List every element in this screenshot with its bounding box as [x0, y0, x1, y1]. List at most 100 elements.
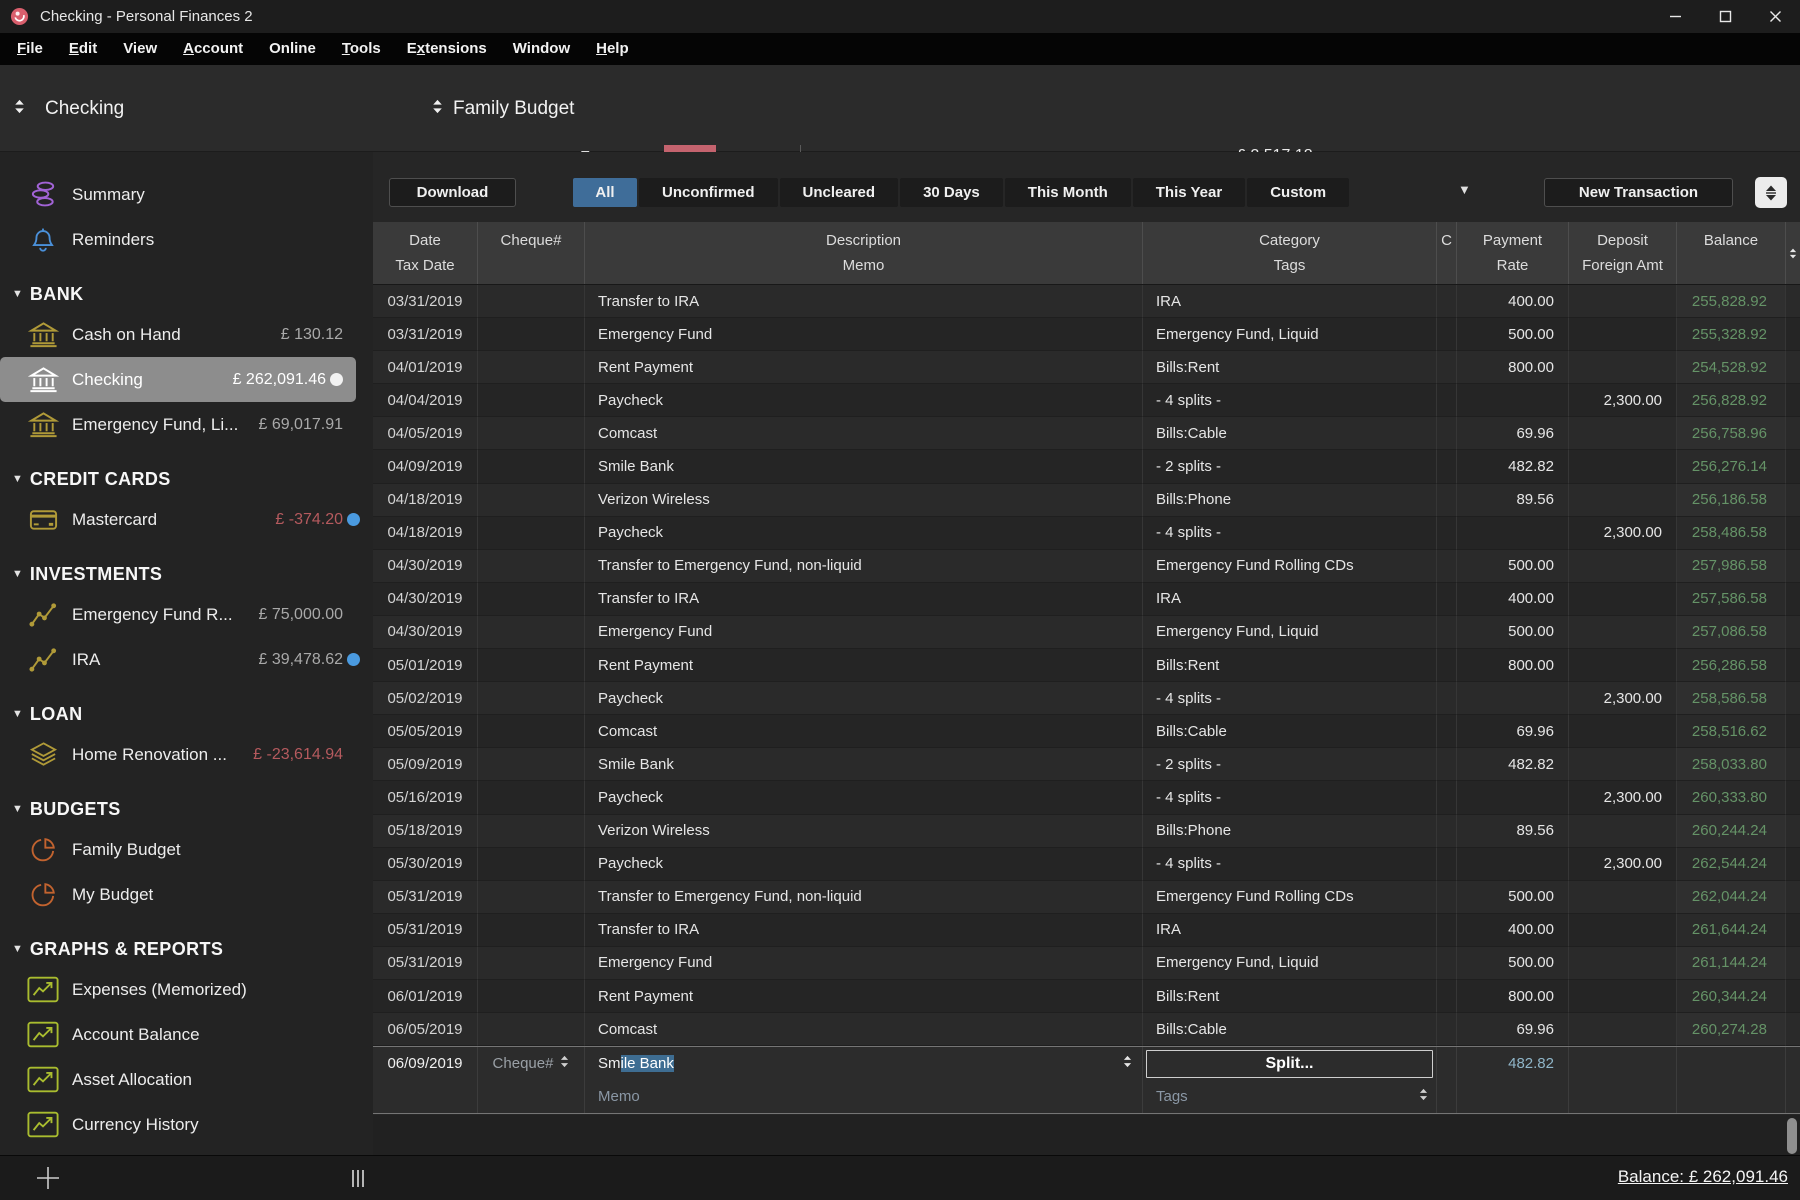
transaction-row[interactable]: 05/02/2019Paycheck- 4 splits -2,300.0025… [373, 682, 1800, 715]
menu-edit[interactable]: Edit [56, 33, 110, 65]
menu-tools[interactable]: Tools [329, 33, 394, 65]
sidebar-item-asset-allocation[interactable]: Asset Allocation [0, 1057, 373, 1102]
sidebar-item-ira[interactable]: IRA£ 39,478.62 [0, 637, 373, 682]
transaction-row[interactable]: 05/31/2019Transfer to Emergency Fund, no… [373, 881, 1800, 914]
transaction-row[interactable]: 04/04/2019Paycheck- 4 splits -2,300.0025… [373, 384, 1800, 417]
cell-deposit [1569, 318, 1677, 351]
column-header-category[interactable]: Category Tags [1143, 222, 1437, 284]
column-header-date[interactable]: Date Tax Date [373, 222, 478, 284]
filter-tab-custom[interactable]: Custom [1247, 178, 1349, 207]
menu-view[interactable]: View [110, 33, 170, 65]
status-balance[interactable]: Balance: £ 262,091.46 [1618, 1167, 1788, 1187]
sidebar-section-credit-cards[interactable]: ▼CREDIT CARDS [0, 461, 373, 497]
sidebar-section-investments[interactable]: ▼INVESTMENTS [0, 556, 373, 592]
edit-date-field[interactable]: 06/09/2019 [373, 1047, 478, 1080]
transaction-row[interactable]: 06/01/2019Rent PaymentBills:Rent800.0026… [373, 980, 1800, 1013]
transaction-row[interactable]: 04/18/2019Verizon WirelessBills:Phone89.… [373, 484, 1800, 517]
transaction-row[interactable]: 03/31/2019Emergency FundEmergency Fund, … [373, 318, 1800, 351]
menu-window[interactable]: Window [500, 33, 583, 65]
cell-edge [1786, 815, 1800, 848]
account-switcher[interactable]: Checking [14, 65, 124, 152]
column-header-payment[interactable]: Payment Rate [1457, 222, 1569, 284]
filter-tab-this-month[interactable]: This Month [1005, 178, 1131, 207]
add-transaction-button[interactable] [34, 1164, 62, 1192]
edit-description-field[interactable]: Smile Bank [585, 1047, 1143, 1080]
filter-tab-unconfirmed[interactable]: Unconfirmed [639, 178, 778, 207]
sidebar-item-expenses[interactable]: Expenses [0, 1147, 373, 1155]
sidebar-item-checking[interactable]: Checking£ 262,091.46 [0, 357, 356, 402]
custom-filter-dropdown-icon[interactable]: ▼ [1458, 182, 1471, 197]
sidebar-item-expenses-memorized[interactable]: Expenses (Memorized) [0, 967, 373, 1012]
filter-tab-this-year[interactable]: This Year [1133, 178, 1245, 207]
edit-deposit-field[interactable] [1569, 1047, 1677, 1080]
sidebar-section-loan[interactable]: ▼LOAN [0, 696, 373, 732]
sidebar-item-emergency-fund-li[interactable]: Emergency Fund, Li...£ 69,017.91 [0, 402, 373, 447]
filter-tab-all[interactable]: All [573, 178, 637, 207]
edit-tags-field[interactable]: Tags [1143, 1080, 1437, 1113]
filter-tab-30-days[interactable]: 30 Days [900, 178, 1003, 207]
cell-cheque [478, 914, 585, 947]
cell-cleared [1437, 947, 1457, 980]
transaction-row[interactable]: 05/18/2019Verizon WirelessBills:Phone89.… [373, 815, 1800, 848]
transaction-row[interactable]: 05/05/2019ComcastBills:Cable69.96258,516… [373, 715, 1800, 748]
transaction-row[interactable]: 05/31/2019Emergency FundEmergency Fund, … [373, 947, 1800, 980]
sidebar-item-emergency-fund-r[interactable]: Emergency Fund R...£ 75,000.00 [0, 592, 373, 637]
sidebar-item-my-budget[interactable]: My Budget [0, 872, 373, 917]
column-header-description[interactable]: Description Memo [585, 222, 1143, 284]
sidebar-item-cash-on-hand[interactable]: Cash on Hand£ 130.12 [0, 312, 373, 357]
sidebar-item-account-balance[interactable]: Account Balance [0, 1012, 373, 1057]
transaction-sort-button[interactable] [1755, 177, 1787, 208]
cell-description: Comcast [585, 1013, 1143, 1046]
transaction-row[interactable]: 04/18/2019Paycheck- 4 splits -2,300.0025… [373, 517, 1800, 550]
column-options-icon[interactable] [1786, 222, 1800, 284]
transaction-row[interactable]: 05/31/2019Transfer to IRAIRA400.00261,64… [373, 914, 1800, 947]
sidebar-section-graphs-reports[interactable]: ▼GRAPHS & REPORTS [0, 931, 373, 967]
split-button[interactable]: Split... [1146, 1050, 1433, 1078]
transaction-row[interactable]: 04/09/2019Smile Bank- 2 splits -482.8225… [373, 450, 1800, 483]
edit-cheque-field[interactable]: Cheque# [478, 1047, 585, 1080]
cell-deposit [1569, 351, 1677, 384]
sidebar-section-bank[interactable]: ▼BANK [0, 276, 373, 312]
sidebar-item-mastercard[interactable]: Mastercard£ -374.20 [0, 497, 373, 542]
edit-payment-field[interactable]: 482.82 [1457, 1047, 1569, 1080]
transaction-row[interactable]: 05/30/2019Paycheck- 4 splits -2,300.0026… [373, 848, 1800, 881]
column-header-cheque[interactable]: Cheque# [478, 222, 585, 284]
transaction-row[interactable]: 04/30/2019Transfer to Emergency Fund, no… [373, 550, 1800, 583]
menu-help[interactable]: Help [583, 33, 642, 65]
sidebar-item-reminders[interactable]: Reminders [0, 217, 373, 262]
transaction-row[interactable]: 05/16/2019Paycheck- 4 splits -2,300.0026… [373, 781, 1800, 814]
sidebar-item-family-budget[interactable]: Family Budget [0, 827, 373, 872]
budget-switcher[interactable]: Family Budget [432, 65, 574, 152]
cell-cleared [1437, 484, 1457, 517]
transaction-row[interactable]: 04/30/2019Transfer to IRAIRA400.00257,58… [373, 583, 1800, 616]
transaction-row[interactable]: 04/05/2019ComcastBills:Cable69.96256,758… [373, 417, 1800, 450]
edit-cleared-cell[interactable] [1437, 1047, 1457, 1080]
transaction-row[interactable]: 04/30/2019Emergency FundEmergency Fund, … [373, 616, 1800, 649]
sidebar-resize-grip[interactable] [352, 1170, 364, 1187]
edit-memo-field[interactable]: Memo [585, 1080, 1143, 1113]
transaction-row[interactable]: 05/01/2019Rent PaymentBills:Rent800.0025… [373, 649, 1800, 682]
vertical-scrollbar-thumb[interactable] [1787, 1118, 1797, 1154]
new-transaction-button[interactable]: New Transaction [1544, 178, 1733, 207]
transaction-row[interactable]: 06/05/2019ComcastBills:Cable69.96260,274… [373, 1013, 1800, 1046]
sidebar-item-home-renovation[interactable]: Home Renovation ...£ -23,614.94 [0, 732, 373, 777]
column-header-balance[interactable]: Balance [1677, 222, 1786, 284]
transaction-row[interactable]: 03/31/2019Transfer to IRAIRA400.00255,82… [373, 285, 1800, 318]
minimize-button[interactable] [1650, 0, 1700, 33]
transaction-row[interactable]: 04/01/2019Rent PaymentBills:Rent800.0025… [373, 351, 1800, 384]
sidebar-item-currency-history[interactable]: Currency History [0, 1102, 373, 1147]
transaction-row[interactable]: 05/09/2019Smile Bank- 2 splits -482.8225… [373, 748, 1800, 781]
menu-file[interactable]: File [4, 33, 56, 65]
column-header-deposit[interactable]: Deposit Foreign Amt [1569, 222, 1677, 284]
close-button[interactable] [1750, 0, 1800, 33]
sidebar-section-budgets[interactable]: ▼BUDGETS [0, 791, 373, 827]
filter-tab-uncleared[interactable]: Uncleared [780, 178, 899, 207]
menu-extensions[interactable]: Extensions [394, 33, 500, 65]
column-header-cleared[interactable]: C [1437, 222, 1457, 284]
menu-account[interactable]: Account [170, 33, 256, 65]
menu-online[interactable]: Online [256, 33, 329, 65]
download-button[interactable]: Download [389, 178, 516, 207]
updown-icon[interactable] [1123, 1055, 1132, 1072]
sidebar-item-summary[interactable]: Summary [0, 172, 373, 217]
maximize-button[interactable] [1700, 0, 1750, 33]
